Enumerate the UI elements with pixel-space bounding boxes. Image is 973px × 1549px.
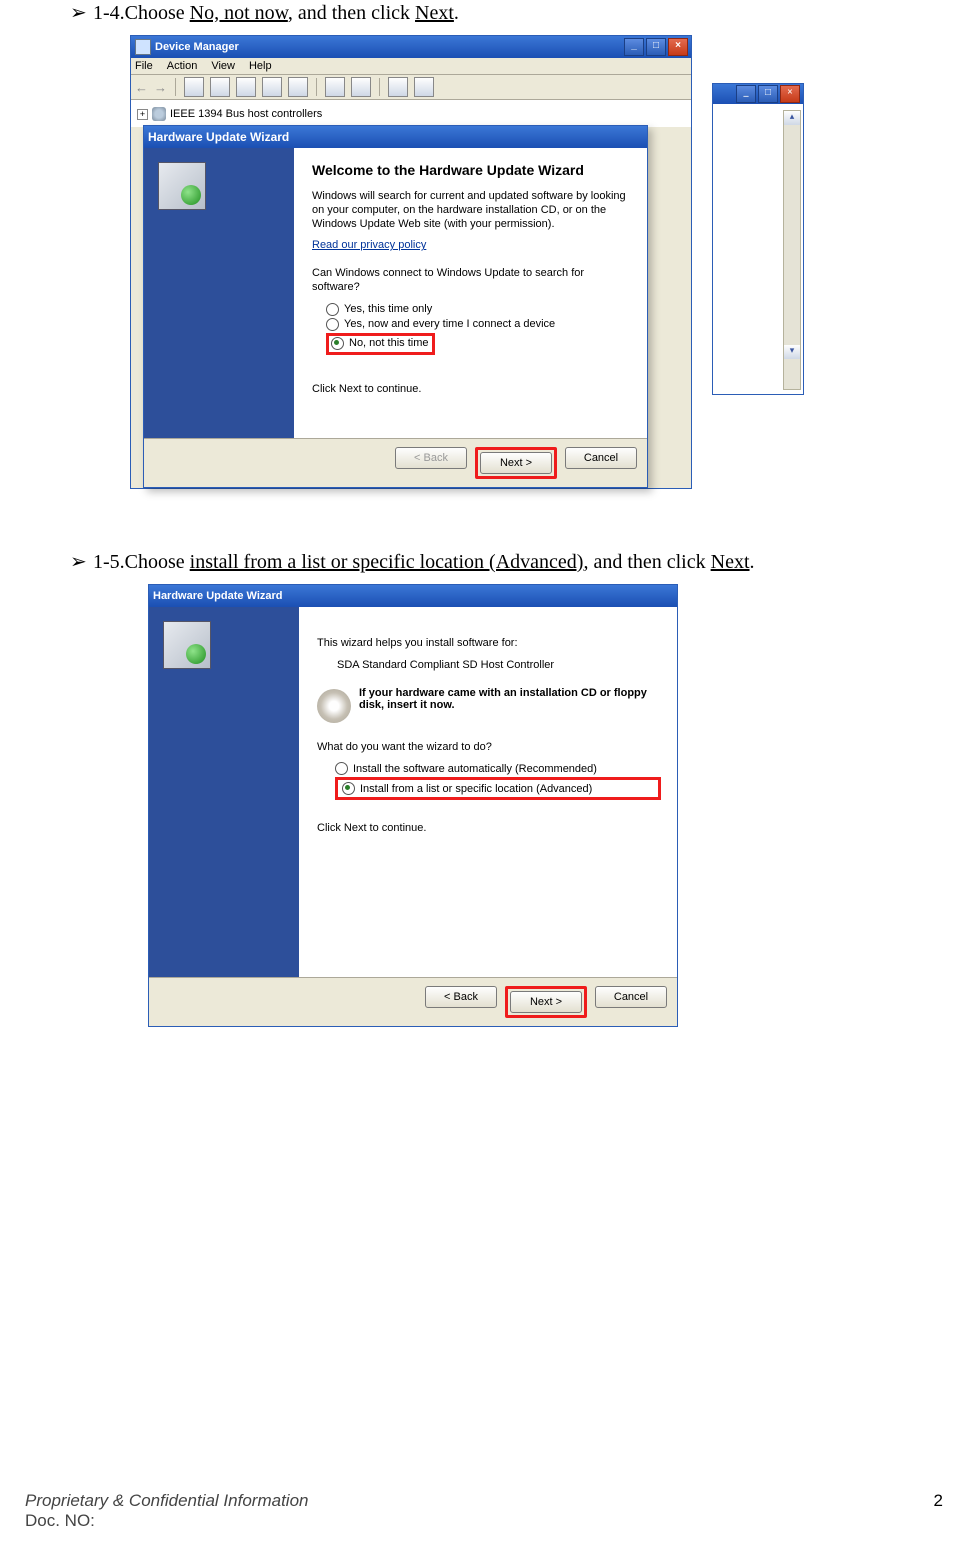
radio-icon[interactable] [342, 782, 355, 795]
step1-link1: No, not now [190, 2, 288, 24]
back-button[interactable]: < Back [425, 986, 497, 1008]
step1-suffix: . [454, 2, 459, 24]
toolbar-icon[interactable] [414, 77, 434, 97]
radio-icon[interactable] [335, 762, 348, 775]
dm-menu-bar: File Action View Help [131, 58, 691, 75]
dm-title: Device Manager [155, 41, 239, 53]
wizard-question: Can Windows connect to Windows Update to… [312, 267, 631, 295]
radio-label: Yes, now and every time I connect a devi… [344, 318, 555, 330]
radio-label: Yes, this time only [344, 303, 432, 315]
radio-icon[interactable] [326, 303, 339, 316]
radio-label: Install from a list or specific location… [360, 783, 592, 795]
wizard-intro: Windows will search for current and upda… [312, 190, 631, 231]
footer-confidential: Proprietary & Confidential Information [25, 1491, 308, 1510]
wizard2-question: What do you want the wizard to do? [317, 741, 661, 755]
radio-label: Install the software automatically (Reco… [353, 763, 597, 775]
radio-label: No, not this time [349, 337, 428, 349]
cancel-button[interactable]: Cancel [565, 447, 637, 469]
nav-back-icon[interactable]: ← [135, 80, 148, 95]
step2-link1: install from a list or specific location… [190, 551, 584, 573]
instruction-1-4: ➢ 1-4.Choose No, not now, and then click… [70, 0, 903, 25]
toolbar-icon[interactable] [351, 77, 371, 97]
scrollbar[interactable]: ▴ ▾ [783, 110, 801, 390]
scroll-up-icon[interactable]: ▴ [784, 111, 800, 125]
background-window: _ □ × ▴ ▾ [712, 83, 804, 395]
maximize-button[interactable]: □ [646, 38, 666, 56]
toolbar-icon[interactable] [325, 77, 345, 97]
device-manager-window: Device Manager _ □ × File Action View He… [130, 35, 692, 489]
step1-link2: Next [415, 2, 454, 24]
step1-prefix: 1-4.Choose [93, 2, 190, 24]
menu-file[interactable]: File [135, 60, 153, 72]
radio-yes-once[interactable]: Yes, this time only [326, 303, 631, 316]
cd-icon [317, 689, 351, 723]
toolbar-icon[interactable] [262, 77, 282, 97]
menu-help[interactable]: Help [249, 60, 272, 72]
step2-prefix: 1-5.Choose [93, 551, 190, 573]
menu-action[interactable]: Action [167, 60, 198, 72]
page-footer: Proprietary & Confidential Information D… [25, 1491, 943, 1531]
wizard-title-bar: Hardware Update Wizard [144, 126, 647, 148]
wizard2-continue: Click Next to continue. [317, 822, 661, 836]
wizard2-helps: This wizard helps you install software f… [317, 637, 661, 651]
footer-page-number: 2 [934, 1491, 943, 1531]
device-manager-icon [135, 39, 151, 55]
privacy-link[interactable]: Read our privacy policy [312, 239, 426, 251]
radio-icon[interactable] [331, 337, 344, 350]
dm-toolbar: ← → [131, 75, 691, 100]
highlight-selected-option: No, not this time [326, 333, 435, 355]
step2-suffix: . [750, 551, 755, 573]
toolbar-icon[interactable] [184, 77, 204, 97]
minimize-icon[interactable]: _ [736, 85, 756, 103]
radio-install-from-list[interactable]: Install from a list or specific location… [342, 782, 654, 795]
highlight-next-button: Next > [505, 986, 587, 1018]
maximize-icon[interactable]: □ [758, 85, 778, 103]
next-button[interactable]: Next > [480, 452, 552, 474]
scroll-down-icon[interactable]: ▾ [784, 345, 800, 359]
wizard2-device: SDA Standard Compliant SD Host Controlle… [317, 659, 661, 673]
nav-fwd-icon[interactable]: → [154, 80, 167, 95]
wizard-side-panel [144, 148, 294, 438]
toolbar-icon[interactable] [388, 77, 408, 97]
close-icon[interactable]: × [780, 85, 800, 103]
back-button: < Back [395, 447, 467, 469]
highlight-next-button: Next > [475, 447, 557, 479]
device-tree: + IEEE 1394 Bus host controllers [131, 100, 691, 127]
dm-title-bar: Device Manager _ □ × [131, 36, 691, 58]
wizard2-title: Hardware Update Wizard [153, 590, 283, 602]
close-button[interactable]: × [668, 38, 688, 56]
wizard-heading: Welcome to the Hardware Update Wizard [312, 162, 631, 178]
step2-mid: , and then click [583, 551, 710, 573]
cancel-button[interactable]: Cancel [595, 986, 667, 1008]
radio-yes-always[interactable]: Yes, now and every time I connect a devi… [326, 318, 631, 331]
expand-icon[interactable]: + [137, 109, 148, 120]
instruction-1-5: ➢ 1-5.Choose install from a list or spec… [70, 549, 903, 574]
highlight-selected-option: Install from a list or specific location… [335, 777, 661, 800]
toolbar-icon[interactable] [288, 77, 308, 97]
footer-doc-label: Doc. NO: [25, 1511, 95, 1530]
bus-controller-icon [152, 107, 166, 121]
radio-no-not-this-time[interactable]: No, not this time [331, 337, 428, 350]
wizard-device-icon [163, 621, 211, 669]
wizard-title: Hardware Update Wizard [148, 130, 289, 144]
step2-link2: Next [711, 551, 750, 573]
radio-icon[interactable] [326, 318, 339, 331]
wizard-device-icon [158, 162, 206, 210]
wizard2-title-bar: Hardware Update Wizard [149, 585, 677, 607]
toolbar-icon[interactable] [236, 77, 256, 97]
step1-mid: , and then click [288, 2, 415, 24]
next-button[interactable]: Next > [510, 991, 582, 1013]
menu-view[interactable]: View [211, 60, 235, 72]
hardware-update-wizard-2: Hardware Update Wizard This wizard helps… [148, 584, 678, 1027]
radio-auto-install[interactable]: Install the software automatically (Reco… [335, 762, 661, 775]
wizard2-side-panel [149, 607, 299, 977]
hardware-update-wizard: Hardware Update Wizard Welcome to the Ha… [143, 125, 648, 488]
tree-item-label[interactable]: IEEE 1394 Bus host controllers [170, 108, 322, 120]
wizard-continue: Click Next to continue. [312, 383, 631, 397]
toolbar-icon[interactable] [210, 77, 230, 97]
minimize-button[interactable]: _ [624, 38, 644, 56]
cd-text: If your hardware came with an installati… [359, 687, 661, 711]
